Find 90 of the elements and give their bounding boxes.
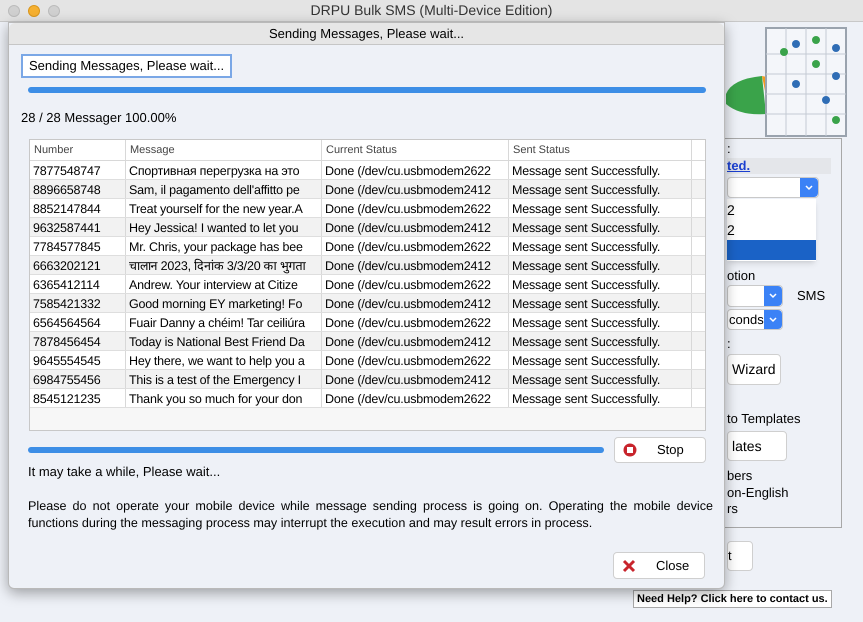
field-label: : [727, 336, 731, 352]
table-cell: 7585421332 [33, 297, 101, 311]
close-window-icon[interactable] [8, 4, 20, 16]
dialog-title: Sending Messages, Please wait... [9, 23, 724, 45]
table-cell: Message sent Successfully. [512, 278, 660, 292]
templates-label: to Templates [727, 411, 800, 427]
interval-dropdown[interactable]: conds [727, 309, 783, 330]
table-cell: Done (/dev/cu.usbmodem2622 [325, 278, 491, 292]
non-english-label: on-English [727, 485, 788, 501]
table-cell: Message sent Successfully. [512, 354, 660, 368]
table-cell: Message sent Successfully. [512, 183, 660, 197]
table-cell: Hey Jessica! I wanted to let you [129, 221, 298, 235]
table-cell: 9632587441 [33, 221, 101, 235]
wizard-button[interactable]: Wizard [727, 354, 781, 385]
table-cell: Message sent Successfully. [512, 335, 660, 349]
table-cell: Done (/dev/cu.usbmodem2412 [325, 221, 491, 235]
minimize-window-icon[interactable] [28, 4, 40, 16]
table-cell: Done (/dev/cu.usbmodem2622 [325, 354, 491, 368]
table-cell: 7877548747 [33, 164, 101, 178]
field-label: otion [727, 268, 756, 284]
table-cell: Done (/dev/cu.usbmodem2622 [325, 164, 491, 178]
table-cell: 6984755456 [33, 373, 101, 387]
table-cell: Thank you so much for your don [129, 392, 302, 406]
close-icon [622, 558, 636, 572]
table-cell: 8896658748 [33, 183, 101, 197]
table-cell: Sam, il pagamento dell'affitto pe [129, 183, 300, 197]
table-cell: Hey there, we want to help you a [129, 354, 305, 368]
table-cell: Done (/dev/cu.usbmodem2622 [325, 392, 491, 406]
close-button[interactable]: Close [613, 552, 705, 579]
stop-button[interactable]: Stop [614, 437, 706, 463]
table-cell: Спортивная перегрузка на это [129, 164, 300, 178]
table-cell: Done (/dev/cu.usbmodem2622 [325, 202, 491, 216]
table-cell: This is a test of the Emergency I [129, 373, 301, 387]
field-label: rs [727, 501, 738, 517]
table-cell: Message sent Successfully. [512, 373, 660, 387]
sms-label: SMS [797, 287, 826, 306]
table-cell: Done (/dev/cu.usbmodem2412 [325, 183, 491, 197]
help-link[interactable]: Need Help? Click here to contact us. [633, 590, 832, 608]
table-cell: Message sent Successfully. [512, 202, 660, 216]
table-cell: Done (/dev/cu.usbmodem2412 [325, 297, 491, 311]
dropdown-option[interactable]: 2 [727, 200, 816, 220]
table-cell: Message sent Successfully. [512, 259, 660, 273]
stop-icon [623, 443, 637, 457]
column-header[interactable]: Message [126, 140, 322, 160]
table-cell: Message sent Successfully. [512, 316, 660, 330]
table-cell: Treat yourself for the new year.A [129, 202, 303, 216]
table-cell: Andrew. Your interview at Citize [129, 278, 298, 292]
table-cell: Done (/dev/cu.usbmodem2412 [325, 259, 491, 273]
status-box: Sending Messages, Please wait... [21, 54, 232, 78]
table-cell: Fuair Danny a chéim! Tar ceiliúra [129, 316, 305, 330]
table-cell: Message sent Successfully. [512, 240, 660, 254]
table-cell: 6564564564 [33, 316, 101, 330]
dropdown[interactable] [727, 285, 783, 307]
dropdown-option[interactable] [727, 240, 816, 260]
table-cell: 9645554545 [33, 354, 101, 368]
table-cell: Today is National Best Friend Da [129, 335, 305, 349]
zoom-window-icon[interactable] [48, 4, 60, 16]
table-cell: Done (/dev/cu.usbmodem2622 [325, 240, 491, 254]
action-button[interactable]: t [727, 541, 753, 571]
wait-text: It may take a while, Please wait... [27, 464, 222, 480]
table-cell: 6365412114 [33, 278, 100, 292]
table-cell: 8545121235 [33, 392, 101, 406]
dropdown[interactable] [727, 177, 819, 198]
table-cell: 7784577845 [33, 240, 101, 254]
dropdown-option[interactable]: 2 [727, 220, 816, 240]
column-header[interactable]: Current Status [322, 140, 509, 160]
table-cell: Message sent Successfully. [512, 221, 660, 235]
chevron-icon [800, 178, 818, 197]
chevron-icon [764, 310, 782, 329]
table-cell: Message sent Successfully. [512, 297, 660, 311]
table-cell: Done (/dev/cu.usbmodem2412 [325, 373, 491, 387]
table-cell: चालान 2023, दिनांक 3/3/20 का भुगता [129, 259, 306, 273]
column-header[interactable]: Number [30, 140, 126, 160]
field-label: : [727, 141, 731, 157]
window-title: DRPU Bulk SMS (Multi-Device Edition) [310, 1, 552, 20]
table-cell: Message sent Successfully. [512, 164, 660, 178]
notice-text: Please do not operate your mobile device while message sending process is going on. Operating the mobile device functions during the messaging process may interrupt the execution and may result errors in process. [27, 498, 713, 532]
table-cell: Message sent Successfully. [512, 392, 660, 406]
numbers-label: bers [727, 467, 752, 485]
table-cell: 8852147844 [33, 202, 101, 216]
templates-button[interactable]: lates [727, 431, 787, 461]
table-cell: Done (/dev/cu.usbmodem2622 [325, 316, 491, 330]
table-cell: Done (/dev/cu.usbmodem2412 [325, 335, 491, 349]
chevron-icon [764, 286, 782, 306]
table-cell: 6663202121 [33, 259, 101, 273]
table-cell: 7878456454 [33, 335, 101, 349]
column-header[interactable]: Sent Status [509, 140, 692, 160]
table-cell: Good morning EY marketing! Fo [129, 297, 302, 311]
count-text: 28 / 28 Messager 100.00% [21, 110, 178, 126]
table-cell: Mr. Chris, your package has bee [129, 240, 303, 254]
